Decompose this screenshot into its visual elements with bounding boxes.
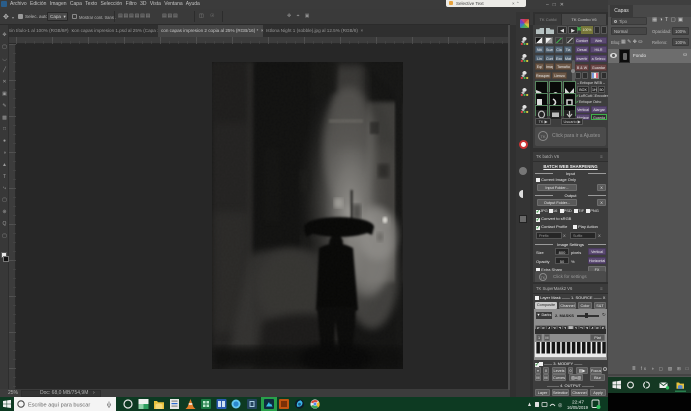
- svg-text:Escribe aquí para buscar: Escribe aquí para buscar: [28, 402, 90, 408]
- svg-text:16/05/2019: 16/05/2019: [567, 405, 589, 410]
- svg-text:◎: ◎: [558, 403, 563, 409]
